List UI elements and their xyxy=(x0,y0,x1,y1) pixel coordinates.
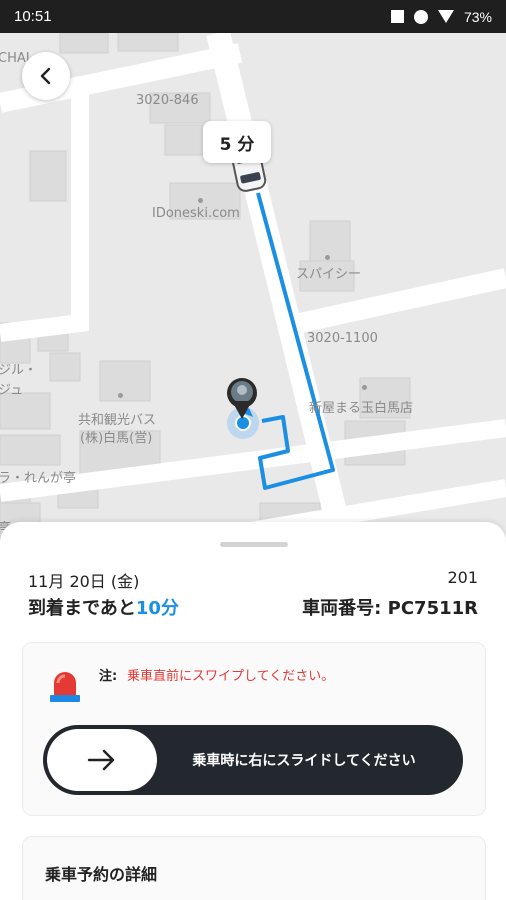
ride-sheet: 11月 20日 (金) 201 到着まであと10分 車両番号: PC7511R … xyxy=(0,522,506,900)
slider-knob[interactable] xyxy=(47,729,157,791)
poi-dot xyxy=(325,255,330,260)
status-bar: 10:51 73% xyxy=(0,0,506,33)
vehicle-number: 車両番号: PC7511R xyxy=(302,598,478,619)
note-text: 乗車直前にスワイプしてください。 xyxy=(127,669,335,684)
notification-circle-icon xyxy=(413,9,428,24)
arrival-minutes: 10分 xyxy=(135,598,179,619)
map-label: スパイシー xyxy=(296,267,362,282)
battery-percent: 73% xyxy=(463,8,492,25)
signal-icon xyxy=(437,10,454,23)
boarding-notice-card: 注: 乗車直前にスワイプしてください。 乗車時に右にスライドしてください xyxy=(22,642,486,816)
booking-details-card[interactable]: 乗車予約の詳細 xyxy=(22,836,486,900)
map-label: ラ・れんが亭 xyxy=(0,471,77,486)
poi-dot xyxy=(362,385,367,390)
poi-dot xyxy=(198,198,203,203)
poi-dot xyxy=(118,393,123,398)
ride-date: 11月 20日 (金) xyxy=(28,572,140,591)
sheet-drag-handle[interactable] xyxy=(220,542,288,547)
eta-bubble: 5 分 xyxy=(203,121,271,163)
map-label: 新屋まる玉白馬店 xyxy=(309,401,414,416)
map-label: IDoneski.com xyxy=(152,206,240,221)
map-label: 共和観光バス xyxy=(78,413,157,428)
map-view[interactable]: CHAI 3020-846 IDoneski.com スパイシー 3020-11… xyxy=(0,33,506,553)
alarm-light-icon xyxy=(50,672,80,702)
map-label: ジル・ xyxy=(0,363,38,378)
status-time: 10:51 xyxy=(14,8,52,25)
note-label: 注: xyxy=(99,669,118,684)
arrival-prefix: 到着まであと xyxy=(28,598,136,619)
map-label: ジュ xyxy=(0,383,24,398)
swipe-to-board-slider[interactable]: 乗車時に右にスライドしてください xyxy=(43,725,463,795)
room-number: 201 xyxy=(447,568,478,587)
slider-label: 乗車時に右にスライドしてください xyxy=(192,753,416,769)
status-icons: 73% xyxy=(390,8,492,25)
map-label: 3020-1100 xyxy=(307,331,378,346)
notification-square-icon xyxy=(390,10,404,23)
booking-details-title: 乗車予約の詳細 xyxy=(45,865,158,884)
chevron-left-icon xyxy=(40,67,51,85)
map-label: 3020-846 xyxy=(136,93,199,108)
arrow-right-icon xyxy=(87,749,115,771)
arrival-time: 到着まであと10分 xyxy=(28,594,179,620)
map-label: (株)白馬(営) xyxy=(80,431,153,446)
back-button[interactable] xyxy=(22,52,70,100)
